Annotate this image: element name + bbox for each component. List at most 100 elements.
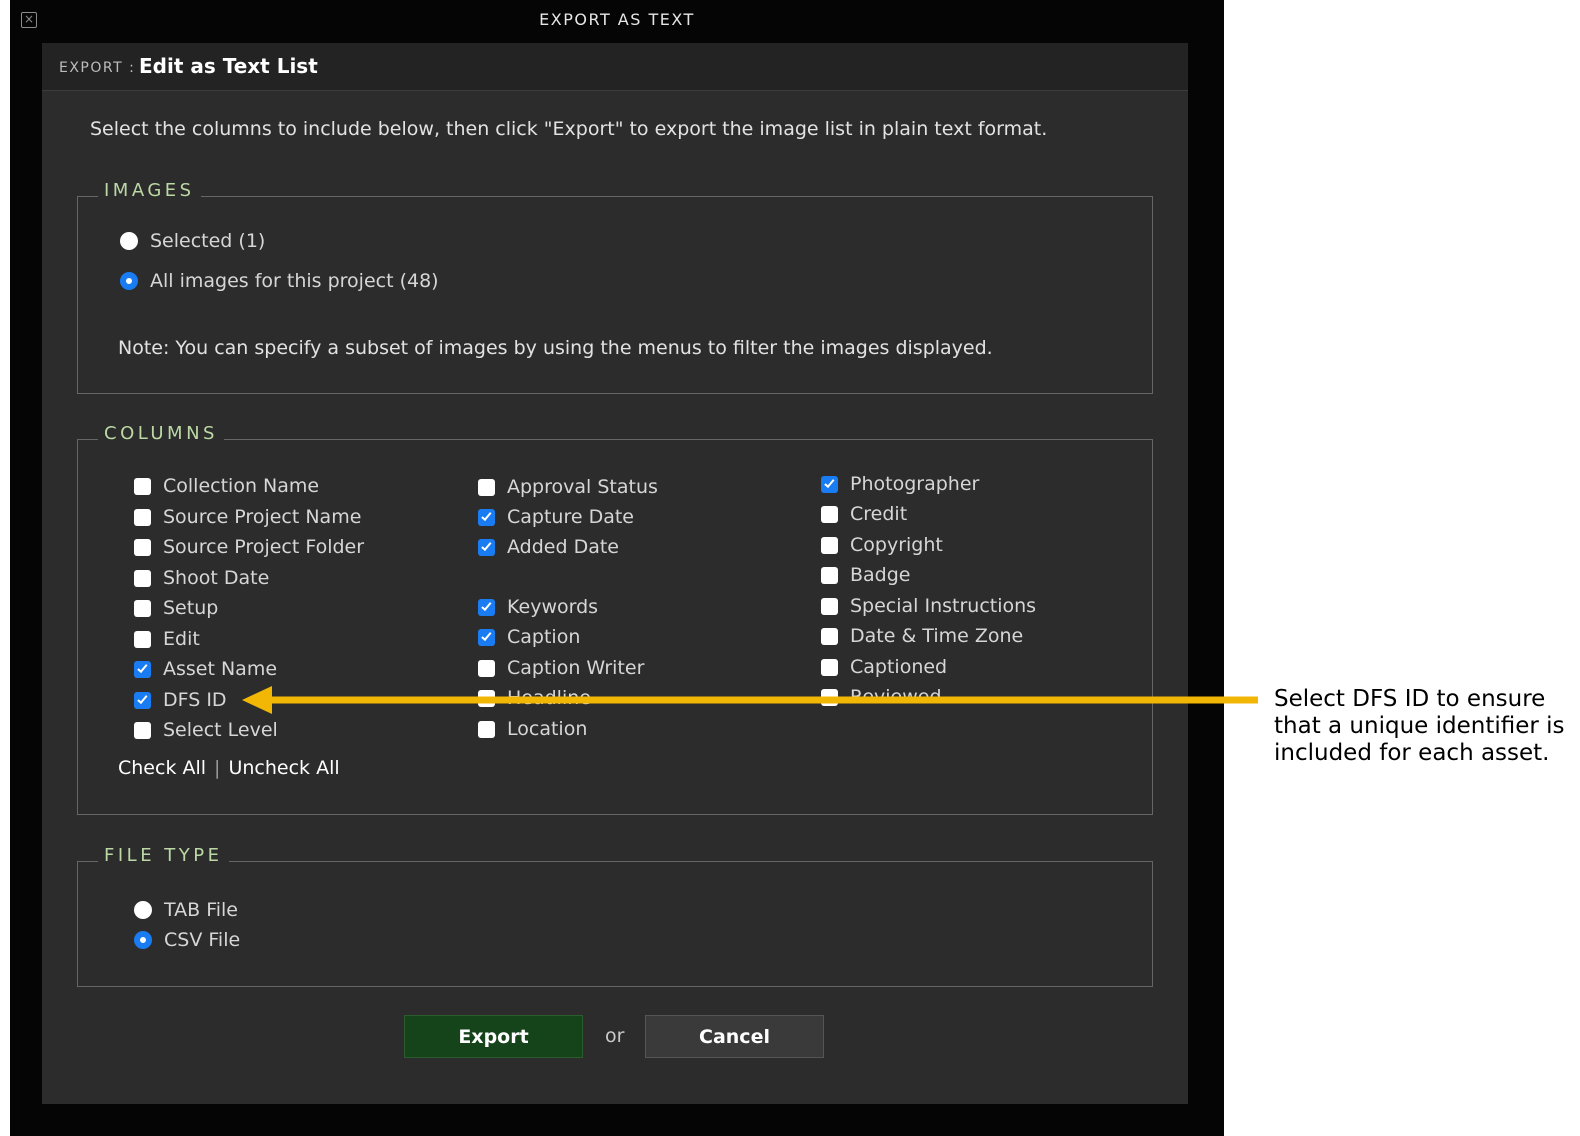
column-checkbox[interactable]	[821, 475, 838, 493]
file-type-option-csv[interactable]: CSV File	[134, 926, 240, 954]
column-checkbox[interactable]	[821, 658, 838, 676]
column-label: Collection Name	[163, 475, 320, 497]
column-label: Special Instructions	[850, 595, 1037, 617]
column-option[interactable]: DFS ID	[134, 686, 227, 714]
column-option[interactable]: Setup	[134, 594, 218, 622]
radio-tab-file[interactable]	[134, 901, 152, 919]
column-checkbox[interactable]	[478, 659, 495, 677]
column-option[interactable]: Copyright	[821, 531, 943, 559]
column-option[interactable]: Special Instructions	[821, 592, 1036, 620]
column-option[interactable]: Keywords	[478, 593, 598, 621]
column-label: Source Project Name	[163, 506, 362, 528]
images-option-selected[interactable]: Selected (1)	[120, 227, 265, 255]
column-checkbox[interactable]	[478, 478, 495, 496]
column-label: Photographer	[850, 473, 980, 495]
file-type-legend: FILE TYPE	[98, 845, 229, 866]
column-option[interactable]: Date & Time Zone	[821, 622, 1023, 650]
column-checkbox[interactable]	[478, 720, 495, 738]
column-label: Source Project Folder	[163, 536, 365, 558]
window-title: EXPORT AS TEXT	[539, 10, 695, 29]
images-note: Note: You can specify a subset of images…	[118, 337, 993, 359]
column-checkbox[interactable]	[821, 566, 838, 584]
column-label: Added Date	[507, 536, 619, 558]
column-checkbox[interactable]	[134, 538, 151, 556]
column-option[interactable]: Edit	[134, 625, 200, 653]
cancel-button[interactable]: Cancel	[645, 1015, 824, 1058]
uncheck-all-link[interactable]: Uncheck All	[228, 757, 339, 779]
column-label: Date & Time Zone	[850, 625, 1024, 647]
column-checkbox[interactable]	[478, 538, 495, 556]
column-checkbox[interactable]	[821, 627, 838, 645]
radio-label: Selected (1)	[150, 230, 266, 252]
columns-legend: COLUMNS	[98, 423, 224, 444]
column-option[interactable]: Caption	[478, 623, 580, 651]
column-option[interactable]: Shoot Date	[134, 564, 269, 592]
column-checkbox[interactable]	[478, 689, 495, 707]
link-separator: |	[214, 757, 221, 779]
column-label: Location	[507, 718, 588, 740]
column-checkbox[interactable]	[134, 508, 151, 526]
column-label: Copyright	[850, 534, 943, 556]
annotation-text: Select DFS ID to ensure that a unique id…	[1274, 686, 1565, 766]
column-option[interactable]: Location	[478, 715, 587, 743]
column-checkbox[interactable]	[134, 630, 151, 648]
radio-all-images[interactable]	[120, 272, 138, 290]
export-panel: EXPORT : Edit as Text List Select the co…	[42, 43, 1188, 1104]
column-checkbox[interactable]	[134, 721, 151, 739]
column-option[interactable]: Reviewed	[821, 683, 942, 711]
column-checkbox[interactable]	[134, 569, 151, 587]
check-all-link[interactable]: Check All	[118, 757, 206, 779]
column-label: Shoot Date	[163, 567, 270, 589]
column-label: Asset Name	[163, 658, 278, 680]
radio-label: All images for this project (48)	[150, 270, 439, 292]
file-type-option-tab[interactable]: TAB File	[134, 896, 238, 924]
column-option[interactable]: Asset Name	[134, 655, 277, 683]
column-checkbox[interactable]	[134, 599, 151, 617]
radio-label: CSV File	[164, 929, 241, 951]
column-label: Approval Status	[507, 476, 658, 498]
column-option[interactable]: Captioned	[821, 653, 947, 681]
radio-csv-file[interactable]	[134, 931, 152, 949]
page-title: Edit as Text List	[139, 54, 318, 78]
column-label: Caption Writer	[507, 657, 645, 679]
images-option-all[interactable]: All images for this project (48)	[120, 267, 439, 295]
column-checkbox[interactable]	[821, 505, 838, 523]
column-label: Capture Date	[507, 506, 634, 528]
column-checkbox[interactable]	[821, 536, 838, 554]
column-label: DFS ID	[163, 689, 227, 711]
column-label: Caption	[507, 626, 581, 648]
header-prefix: EXPORT :	[59, 60, 136, 76]
column-label: Reviewed	[850, 686, 942, 708]
column-option[interactable]: Select Level	[134, 716, 278, 744]
column-checkbox[interactable]	[134, 660, 151, 678]
column-option[interactable]: Photographer	[821, 470, 979, 498]
column-checkbox[interactable]	[821, 597, 838, 615]
column-option[interactable]: Source Project Name	[134, 503, 361, 531]
column-option[interactable]: Source Project Folder	[134, 533, 364, 561]
column-option[interactable]: Capture Date	[478, 503, 634, 531]
column-checkbox[interactable]	[821, 688, 838, 706]
column-label: Select Level	[163, 719, 278, 741]
column-label: Captioned	[850, 656, 948, 678]
column-checkbox[interactable]	[478, 508, 495, 526]
column-checkbox[interactable]	[134, 477, 151, 495]
column-checkbox[interactable]	[478, 598, 495, 616]
column-option[interactable]: Credit	[821, 500, 907, 528]
column-label: Badge	[850, 564, 911, 586]
column-option[interactable]: Collection Name	[134, 472, 319, 500]
column-checkbox[interactable]	[478, 628, 495, 646]
column-label: Credit	[850, 503, 908, 525]
column-label: Setup	[163, 597, 219, 619]
radio-selected[interactable]	[120, 232, 138, 250]
export-button[interactable]: Export	[404, 1015, 583, 1058]
export-dialog-window: × EXPORT AS TEXT EXPORT : Edit as Text L…	[10, 0, 1224, 1136]
intro-text: Select the columns to include below, the…	[90, 118, 1048, 140]
column-label: Keywords	[507, 596, 599, 618]
column-checkbox[interactable]	[134, 691, 151, 709]
panel-header: EXPORT : Edit as Text List	[42, 43, 1188, 91]
column-option[interactable]: Badge	[821, 561, 911, 589]
column-option[interactable]: Approval Status	[478, 473, 658, 501]
column-option[interactable]: Caption Writer	[478, 654, 644, 682]
column-option[interactable]: Added Date	[478, 533, 619, 561]
column-option[interactable]: Headline	[478, 684, 591, 712]
